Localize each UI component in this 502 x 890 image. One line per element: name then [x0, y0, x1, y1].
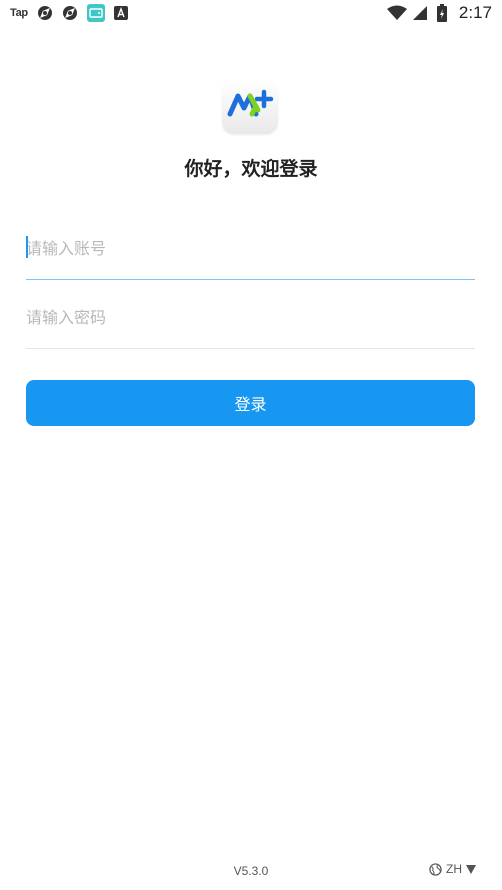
login-button[interactable]: 登录 [26, 380, 475, 426]
status-bar-notifications: Tap [10, 4, 128, 22]
status-bar: Tap 2:17 [0, 0, 502, 26]
password-underline [26, 348, 475, 349]
language-selector[interactable]: ZH [429, 862, 476, 876]
page-title: 你好，欢迎登录 [184, 158, 318, 180]
account-underline [26, 279, 475, 280]
aperture-icon [62, 6, 77, 20]
status-bar-system: 2:17 [386, 2, 492, 24]
caret-down-icon [466, 864, 476, 874]
wifi-icon [386, 5, 407, 20]
text-cursor [26, 236, 28, 258]
aperture-icon [37, 6, 52, 20]
wallet-notification-icon [86, 4, 105, 22]
language-label: ZH [446, 862, 462, 876]
account-input[interactable] [26, 228, 475, 268]
password-input[interactable] [26, 297, 475, 337]
account-field[interactable] [26, 228, 475, 280]
cell-signal-icon [412, 6, 427, 20]
app-logo [222, 80, 278, 134]
version-label: V5.3.0 [233, 864, 269, 878]
a-notification-icon [113, 6, 128, 20]
globe-icon [429, 862, 442, 876]
app-logo-icon [227, 89, 274, 117]
password-field[interactable] [26, 297, 475, 349]
status-time: 2:17 [458, 3, 492, 22]
battery-icon [436, 4, 447, 22]
tap-app-icon: Tap [10, 7, 28, 19]
